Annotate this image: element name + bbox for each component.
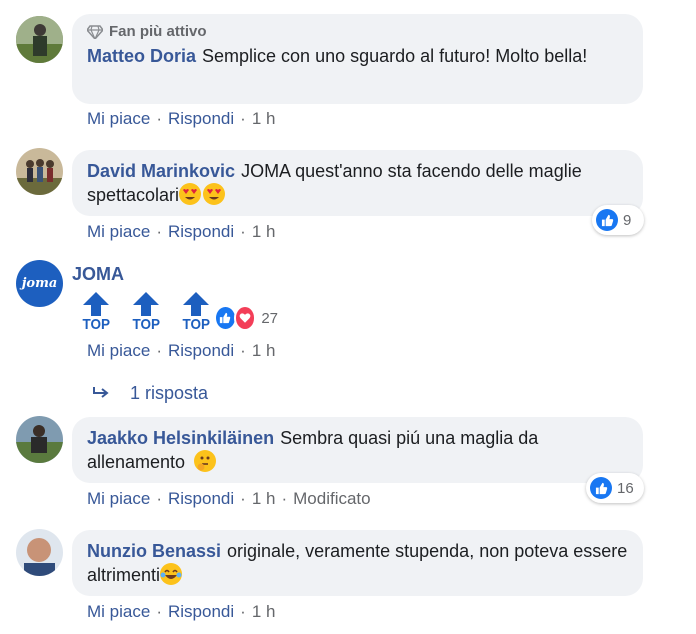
timestamp[interactable]: 1 h xyxy=(252,222,276,241)
badge-label: Fan più attivo xyxy=(109,23,207,40)
replies-count-label[interactable]: 1 risposta xyxy=(130,382,208,404)
avatar[interactable] xyxy=(16,16,63,63)
like-link[interactable]: Mi piace xyxy=(87,341,150,360)
comment-author[interactable]: Nunzio Benassi xyxy=(87,541,221,561)
reply-link[interactable]: Rispondi xyxy=(168,222,234,241)
separator: · xyxy=(156,109,162,128)
reaction-count: 9 xyxy=(623,211,632,229)
like-reaction-icon xyxy=(590,477,612,499)
top-arrow-icon: TOP xyxy=(130,291,162,333)
like-link[interactable]: Mi piace xyxy=(87,489,150,508)
comment-actions: Mi piace · Rispondi · 1 h xyxy=(87,109,275,129)
sticker-label: TOP xyxy=(132,316,160,333)
comment-bubble: Nunzio Benassi originale, veramente stupe… xyxy=(72,530,643,596)
diamond-icon xyxy=(87,25,103,39)
top-sticker: TOP TOP TOP xyxy=(80,291,212,333)
separator: · xyxy=(281,489,288,508)
thinking-face-emoji-icon xyxy=(194,450,217,472)
like-link[interactable]: Mi piace xyxy=(87,602,150,621)
tears-of-joy-emoji-icon xyxy=(160,563,183,585)
comment-actions: Mi piace · Rispondi · 1 h · Modificato xyxy=(87,489,371,509)
reaction-count: 16 xyxy=(617,479,634,497)
timestamp[interactable]: 1 h xyxy=(252,109,276,128)
avatar[interactable] xyxy=(16,148,63,195)
avatar[interactable] xyxy=(16,416,63,463)
reaction-summary[interactable]: 9 xyxy=(592,205,644,235)
separator: · xyxy=(240,222,246,241)
like-reaction-icon xyxy=(596,209,618,231)
timestamp[interactable]: 1 h xyxy=(252,341,276,360)
reply-arrow-icon xyxy=(93,387,109,398)
separator: · xyxy=(156,602,162,621)
comment-author[interactable]: David Marinkovic xyxy=(87,161,235,181)
love-reaction-icon xyxy=(233,305,257,331)
view-replies-link[interactable]: 1 risposta xyxy=(92,382,208,404)
heart-eyes-emoji-icon xyxy=(203,183,226,205)
reaction-summary[interactable]: 27 xyxy=(210,303,286,333)
separator: · xyxy=(156,489,162,508)
comment-bubble: David Marinkovic JOMA quest'anno sta face… xyxy=(72,150,643,216)
comment-actions: Mi piace · Rispondi · 1 h xyxy=(87,222,275,242)
joma-logo-avatar[interactable]: joma xyxy=(16,260,63,307)
separator: · xyxy=(156,222,162,241)
edited-label[interactable]: Modificato xyxy=(293,489,370,508)
comment-bubble: Fan più attivo Matteo Doria Semplice con … xyxy=(72,14,643,104)
avatar[interactable] xyxy=(16,529,63,576)
separator: · xyxy=(240,602,246,621)
sticker-label: TOP xyxy=(82,316,110,333)
separator: · xyxy=(156,341,162,360)
reply-link[interactable]: Rispondi xyxy=(168,489,234,508)
comment-author[interactable]: JOMA xyxy=(72,264,124,284)
top-arrow-icon: TOP xyxy=(180,291,212,333)
avatar-logo-text: joma xyxy=(21,276,58,291)
comment-bubble: Jaakko Helsinkiläinen Sembra quasi piú un… xyxy=(72,417,643,483)
reaction-summary[interactable]: 16 xyxy=(586,473,644,503)
separator: · xyxy=(240,109,246,128)
reaction-count: 27 xyxy=(261,309,278,327)
comment-actions: Mi piace · Rispondi · 1 h xyxy=(87,341,275,361)
timestamp[interactable]: 1 h xyxy=(252,489,276,508)
separator: · xyxy=(240,489,246,508)
comment-author[interactable]: Jaakko Helsinkiläinen xyxy=(87,428,274,448)
sticker-label: TOP xyxy=(182,316,210,333)
reply-link[interactable]: Rispondi xyxy=(168,341,234,360)
timestamp[interactable]: 1 h xyxy=(252,602,276,621)
top-arrow-icon: TOP xyxy=(80,291,112,333)
heart-eyes-emoji-icon xyxy=(179,183,202,205)
comment-header: JOMA xyxy=(72,263,130,285)
comment-thread: Fan più attivo Matteo Doria Semplice con … xyxy=(0,0,696,634)
reply-link[interactable]: Rispondi xyxy=(168,602,234,621)
comment-actions: Mi piace · Rispondi · 1 h xyxy=(87,602,275,622)
comment-text: Semplice con uno sguardo al futuro! Molt… xyxy=(202,46,588,66)
top-fan-badge: Fan più attivo xyxy=(87,23,629,41)
like-link[interactable]: Mi piace xyxy=(87,222,150,241)
reply-link[interactable]: Rispondi xyxy=(168,109,234,128)
comment-author[interactable]: Matteo Doria xyxy=(87,46,196,66)
separator: · xyxy=(240,341,246,360)
like-link[interactable]: Mi piace xyxy=(87,109,150,128)
